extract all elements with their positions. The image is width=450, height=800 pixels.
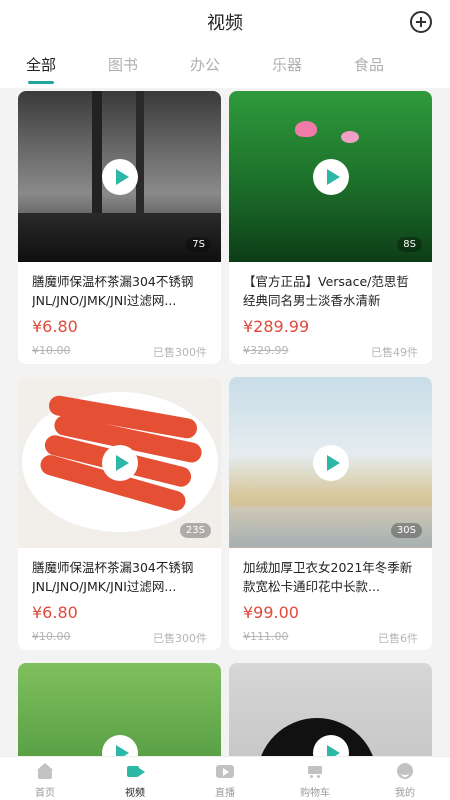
original-price: ¥10.00 [32, 630, 71, 643]
add-icon[interactable] [410, 11, 432, 33]
product-title: 膳魔师保温杯茶漏304不锈钢JNL/JNO/JMK/JNI过滤网... [32, 274, 194, 308]
product-price: ¥99.00 [243, 603, 299, 622]
tab-books[interactable]: 图书 [82, 44, 164, 88]
duration-badge: 23S [179, 523, 211, 538]
product-title: 膳魔师保温杯茶漏304不锈钢JNL/JNO/JMK/JNI过滤网... [32, 560, 194, 594]
tab-all[interactable]: 全部 [0, 44, 82, 88]
product-price: ¥6.80 [32, 317, 78, 336]
video-thumbnail[interactable] [229, 663, 432, 763]
video-thumbnail[interactable]: 23S [18, 377, 221, 548]
window-frame [136, 91, 144, 216]
product-card[interactable]: 7S 膳魔师保温杯茶漏304不锈钢JNL/JNO/JMK/JNI过滤网... ¥… [18, 91, 221, 364]
duration-badge: 8S [397, 237, 422, 252]
tab-instruments[interactable]: 乐器 [246, 44, 328, 88]
card-info: 膳魔师保温杯茶漏304不锈钢JNL/JNO/JMK/JNI过滤网... ¥6.8… [18, 262, 221, 364]
play-icon[interactable] [102, 159, 138, 195]
nav-label: 视频 [125, 788, 145, 799]
nav-item-cart[interactable]: 购物车 [270, 757, 360, 800]
original-price: ¥111.00 [243, 630, 289, 643]
product-title: 加绒加厚卫衣女2021年冬季新款宽松卡通印花中长款... [243, 560, 413, 594]
product-card[interactable] [18, 663, 221, 763]
nav-label: 购物车 [300, 788, 330, 799]
video-thumbnail[interactable]: 30S [229, 377, 432, 548]
tab-food[interactable]: 食品 [328, 44, 410, 88]
play-icon[interactable] [102, 445, 138, 481]
product-price: ¥6.80 [32, 603, 78, 622]
category-tabs: 全部 图书 办公 乐器 食品 [0, 44, 450, 88]
lotus-flower [295, 121, 317, 137]
product-card[interactable]: 8S 【官方正品】Versace/范思哲经典同名男士淡香水清新 ¥289.99 … [229, 91, 432, 364]
sold-count: 已售300件 [153, 346, 207, 359]
sold-count: 已售300件 [153, 632, 207, 645]
original-price: ¥329.99 [243, 344, 289, 357]
card-info: 加绒加厚卫衣女2021年冬季新款宽松卡通印花中长款... ¥99.00 ¥111… [229, 548, 432, 650]
play-icon[interactable] [313, 445, 349, 481]
nav-item-video[interactable]: 视频 [90, 757, 180, 800]
window-frame [92, 91, 102, 216]
product-card[interactable]: 30S 加绒加厚卫衣女2021年冬季新款宽松卡通印花中长款... ¥99.00 … [229, 377, 432, 650]
app: 视频 全部 图书 办公 乐器 食品 7S 膳魔师保温杯茶漏304不锈钢JNL/J… [0, 0, 450, 800]
nav-label: 首页 [35, 788, 55, 799]
sold-count: 已售49件 [371, 346, 418, 359]
nav-item-live[interactable]: 直播 [180, 757, 270, 800]
play-icon[interactable] [313, 159, 349, 195]
tab-office[interactable]: 办公 [164, 44, 246, 88]
card-info: 【官方正品】Versace/范思哲经典同名男士淡香水清新 ¥289.99 ¥32… [229, 262, 432, 364]
duration-badge: 30S [390, 523, 422, 538]
top-header: 视频 [0, 0, 450, 44]
nav-item-me[interactable]: 我的 [360, 757, 450, 800]
page-title: 视频 [207, 13, 243, 34]
nav-item-home[interactable]: 首页 [0, 757, 90, 800]
video-thumbnail[interactable]: 8S [229, 91, 432, 262]
product-title: 【官方正品】Versace/范思哲经典同名男士淡香水清新 [243, 274, 409, 308]
lotus-flower [341, 131, 359, 143]
video-thumbnail[interactable] [18, 663, 221, 763]
product-card[interactable]: 23S 膳魔师保温杯茶漏304不锈钢JNL/JNO/JMK/JNI过滤网... … [18, 377, 221, 650]
duration-badge: 7S [186, 237, 211, 252]
bottom-navigation: 首页 视频 直播 购物车 我的 [0, 756, 450, 800]
nav-label: 我的 [395, 788, 415, 799]
nav-label: 直播 [215, 788, 235, 799]
original-price: ¥10.00 [32, 344, 71, 357]
me-icon [396, 763, 414, 779]
product-price: ¥289.99 [243, 317, 310, 336]
live-icon [216, 763, 234, 779]
card-info: 膳魔师保温杯茶漏304不锈钢JNL/JNO/JMK/JNI过滤网... ¥6.8… [18, 548, 221, 650]
cart-icon [306, 763, 324, 779]
product-card[interactable] [229, 663, 432, 763]
video-icon [126, 763, 145, 779]
sold-count: 已售6件 [378, 632, 418, 645]
video-thumbnail[interactable]: 7S [18, 91, 221, 262]
home-icon [36, 763, 54, 779]
